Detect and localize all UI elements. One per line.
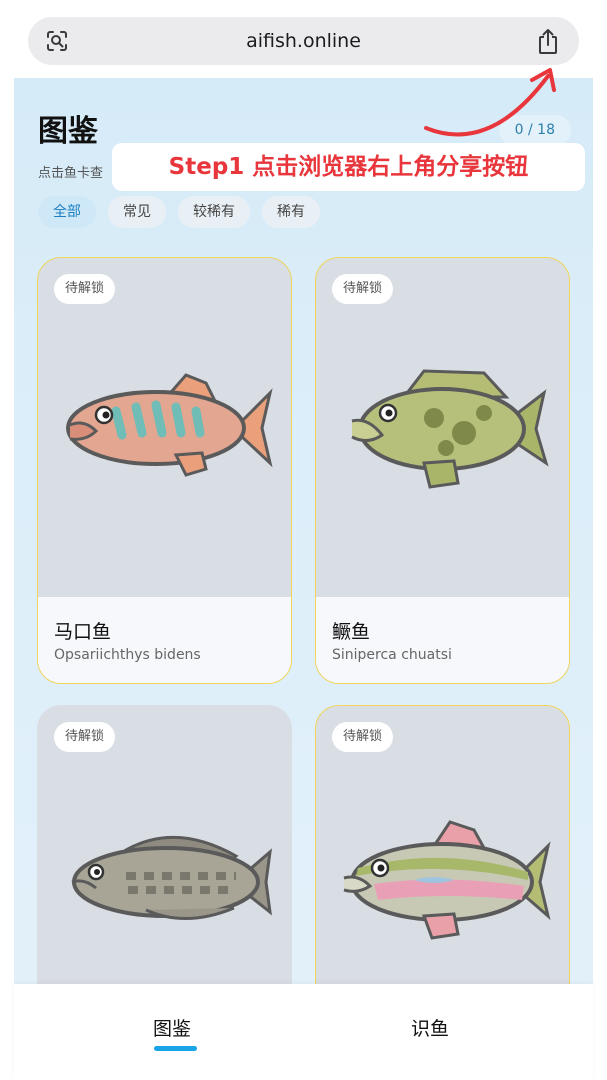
- fish-name-latin: Opsariichthys bidens: [54, 647, 201, 663]
- locked-badge: 待解锁: [332, 274, 394, 304]
- fish-card[interactable]: 待解锁 马口鱼 Opsariichthys bidens: [37, 257, 292, 684]
- tab-identify[interactable]: 识鱼: [411, 1014, 449, 1041]
- locked-badge: 待解锁: [332, 722, 394, 752]
- fish-illustration: [343, 820, 551, 940]
- tab-atlas[interactable]: 图鉴: [153, 1014, 191, 1041]
- share-icon[interactable]: [536, 27, 560, 55]
- filter-chip-uncommon[interactable]: 较稀有: [178, 196, 250, 228]
- fish-name-cn: 鳜鱼: [332, 621, 371, 643]
- fish-illustration: [71, 835, 273, 920]
- step-instruction-banner: Step1 点击浏览器右上角分享按钮: [112, 143, 585, 191]
- active-tab-indicator: [154, 1046, 197, 1051]
- filter-chips: 全部 常见 较稀有 稀有: [38, 196, 320, 228]
- app-content: 图鉴 点击鱼卡查 0 / 18 全部 常见 较稀有 稀有 待解锁 马口鱼 Ops…: [14, 78, 593, 1080]
- bottom-tab-bar: 图鉴 识鱼: [14, 984, 593, 1080]
- filter-chip-common[interactable]: 常见: [108, 196, 166, 228]
- page-title: 图鉴: [38, 114, 98, 149]
- card-art: [38, 258, 291, 598]
- filter-chip-rare[interactable]: 稀有: [262, 196, 320, 228]
- filter-chip-all[interactable]: 全部: [38, 196, 96, 228]
- red-arrow-icon: [424, 68, 556, 137]
- fish-illustration: [66, 373, 273, 477]
- fish-name-latin: Siniperca chuatsi: [332, 647, 452, 663]
- locked-badge: 待解锁: [54, 722, 116, 752]
- locked-badge: 待解锁: [54, 274, 116, 304]
- card-info: 鳜鱼 Siniperca chuatsi: [316, 597, 569, 683]
- card-info: 马口鱼 Opsariichthys bidens: [38, 597, 291, 683]
- fish-card[interactable]: 待解锁 鳜鱼 Siniperca chuatsi: [315, 257, 570, 684]
- card-art: [316, 258, 569, 598]
- fish-illustration: [351, 369, 549, 489]
- page-subtitle: 点击鱼卡查: [38, 166, 104, 181]
- fish-name-cn: 马口鱼: [54, 621, 112, 643]
